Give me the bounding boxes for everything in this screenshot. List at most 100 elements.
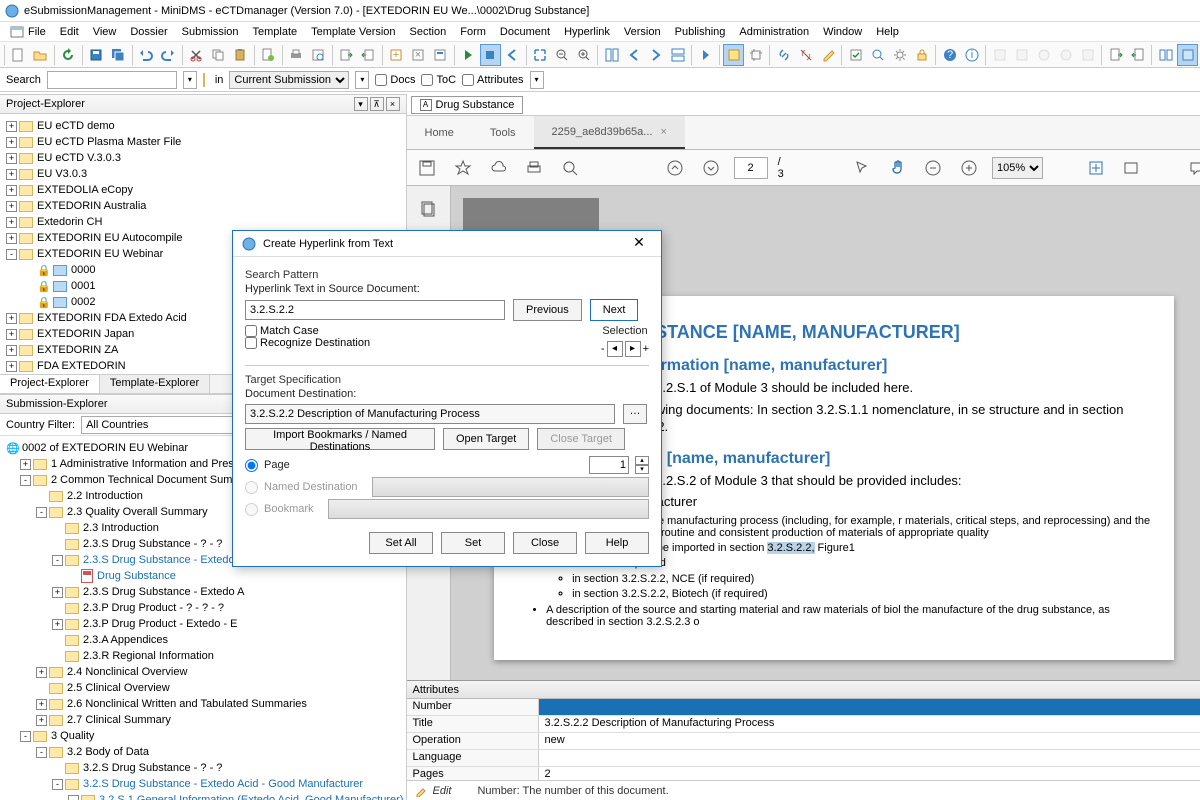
ext1-icon[interactable] — [989, 44, 1010, 66]
nav-back-icon[interactable] — [502, 44, 523, 66]
tree-item[interactable]: +2.7 Clinical Summary — [2, 712, 404, 728]
export-icon[interactable] — [336, 44, 357, 66]
tree-item[interactable]: 3.2.S Drug Substance - ? - ? — [2, 760, 404, 776]
next-arrow-icon[interactable] — [645, 44, 666, 66]
menu-edit[interactable]: Edit — [54, 24, 85, 40]
doc-new-icon[interactable] — [258, 44, 279, 66]
ext5-icon[interactable] — [1077, 44, 1098, 66]
paste-icon[interactable] — [230, 44, 251, 66]
search-dropdown-icon[interactable]: ▾ — [183, 71, 197, 89]
preview-icon[interactable] — [308, 44, 329, 66]
link-edit-icon[interactable] — [817, 44, 838, 66]
attributes-table[interactable]: NumberTitle3.2.S.2.2 Description of Manu… — [407, 699, 1200, 780]
tree-doc-item[interactable]: Drug Substance — [2, 568, 404, 584]
pdf-view-icon[interactable] — [1118, 155, 1144, 181]
hyperlink-text-input[interactable] — [245, 300, 505, 320]
next-button[interactable]: Next — [590, 299, 639, 321]
link-break-icon[interactable] — [795, 44, 816, 66]
panel-menu-icon[interactable]: ▾ — [354, 97, 368, 111]
attr-row[interactable]: Number — [407, 699, 1200, 716]
doc-next-icon[interactable] — [1105, 44, 1126, 66]
tree-item[interactable]: +2.3.S Drug Substance - Extedo A — [2, 584, 404, 600]
close-button[interactable]: Close — [513, 532, 577, 554]
tree-item[interactable]: -3 Quality — [2, 728, 404, 744]
pdf-page-up-icon[interactable] — [662, 155, 688, 181]
search-scope-select[interactable]: Current Submission — [229, 71, 349, 89]
validate-icon[interactable] — [845, 44, 866, 66]
section-del-icon[interactable]: × — [408, 44, 429, 66]
section-add-icon[interactable]: + — [386, 44, 407, 66]
save-all-icon[interactable] — [108, 44, 129, 66]
highlight-icon[interactable] — [723, 44, 744, 66]
import-bookmarks-button[interactable]: Import Bookmarks / Named Destinations — [245, 428, 435, 450]
tab-template-explorer[interactable]: Template-Explorer — [100, 375, 210, 393]
tree-item[interactable]: 2.3.P Drug Product - ? - ? - ? — [2, 600, 404, 616]
menu-template[interactable]: Template — [247, 24, 304, 40]
doc-prev-icon[interactable] — [1127, 44, 1148, 66]
ext3-icon[interactable] — [1033, 44, 1054, 66]
fullscreen-icon[interactable] — [529, 44, 550, 66]
prev-arrow-icon[interactable] — [623, 44, 644, 66]
tree-item[interactable]: 2.5 Clinical Overview — [2, 680, 404, 696]
new-icon[interactable] — [8, 44, 29, 66]
panel-pin-icon[interactable]: ⊼ — [370, 97, 384, 111]
help-icon[interactable]: ? — [939, 44, 960, 66]
set-all-button[interactable]: Set All — [369, 532, 433, 554]
attr-row[interactable]: Title3.2.S.2.2 Description of Manufactur… — [407, 716, 1200, 733]
tree-item[interactable]: 2.3.R Regional Information — [2, 648, 404, 664]
view-mode-icon[interactable] — [1177, 44, 1198, 66]
browse-dest-button[interactable]: … — [623, 404, 647, 424]
play-icon[interactable] — [458, 44, 479, 66]
gear-icon[interactable] — [889, 44, 910, 66]
pdf-page-input[interactable] — [734, 157, 768, 179]
previous-button[interactable]: Previous — [513, 299, 582, 321]
docs-checkbox[interactable]: Docs — [375, 74, 415, 86]
attr-row[interactable]: Operationnew — [407, 733, 1200, 750]
pdf-zoom-in-icon[interactable] — [956, 155, 982, 181]
menu-window[interactable]: Window — [817, 24, 868, 40]
selection-left-button[interactable]: ◂ — [607, 341, 623, 357]
toc-checkbox[interactable]: ToC — [421, 74, 456, 86]
menu-submission[interactable]: Submission — [176, 24, 245, 40]
info-icon[interactable]: i — [961, 44, 982, 66]
folder-icon[interactable] — [203, 74, 209, 86]
menu-section[interactable]: Section — [404, 24, 453, 40]
help-button[interactable]: Help — [585, 532, 649, 554]
bookmark-radio[interactable] — [245, 503, 258, 516]
section-props-icon[interactable] — [430, 44, 451, 66]
page-number-input[interactable] — [589, 456, 629, 474]
page-spin-down[interactable]: ▾ — [635, 465, 649, 474]
menu-form[interactable]: Form — [454, 24, 492, 40]
import-icon[interactable] — [358, 44, 379, 66]
menu-template-version[interactable]: Template Version — [305, 24, 401, 40]
zoom-out-icon[interactable] — [551, 44, 572, 66]
tree-item[interactable]: +Extedorin CH — [2, 214, 404, 230]
menu-file[interactable]: File — [22, 24, 52, 40]
tree-item[interactable]: +2.3.P Drug Product - Extedo - E — [2, 616, 404, 632]
tree-item[interactable]: -3.2.S Drug Substance - Extedo Acid - Go… — [2, 776, 404, 792]
crop-icon[interactable] — [745, 44, 766, 66]
pdf-select-icon[interactable] — [849, 155, 875, 181]
pdf-star-icon[interactable] — [450, 155, 476, 181]
page-radio[interactable] — [245, 459, 258, 472]
pdf-thumbs-icon[interactable] — [415, 196, 441, 222]
attr-row[interactable]: Language — [407, 750, 1200, 767]
menu-hyperlink[interactable]: Hyperlink — [558, 24, 616, 40]
pdf-search-icon[interactable] — [557, 155, 583, 181]
open-target-button[interactable]: Open Target — [443, 428, 529, 450]
zoom-in-icon[interactable] — [573, 44, 594, 66]
menu-document[interactable]: Document — [494, 24, 556, 40]
menu-publishing[interactable]: Publishing — [669, 24, 732, 40]
attr-row[interactable]: Pages2 — [407, 767, 1200, 780]
pdf-print-icon[interactable] — [522, 155, 548, 181]
tree-item[interactable]: +2.6 Nonclinical Written and Tabulated S… — [2, 696, 404, 712]
menu-help[interactable]: Help — [870, 24, 905, 40]
refresh-icon[interactable] — [58, 44, 79, 66]
tree-item[interactable]: +EU V3.0.3 — [2, 166, 404, 182]
tab-project-explorer[interactable]: Project-Explorer — [0, 375, 100, 393]
link-icon[interactable] — [773, 44, 794, 66]
close-target-button[interactable]: Close Target — [537, 428, 625, 450]
close-tab-icon[interactable]: × — [660, 126, 666, 138]
attributes-checkbox[interactable]: Attributes — [462, 74, 523, 86]
tree-item[interactable]: +EU eCTD V.3.0.3 — [2, 150, 404, 166]
